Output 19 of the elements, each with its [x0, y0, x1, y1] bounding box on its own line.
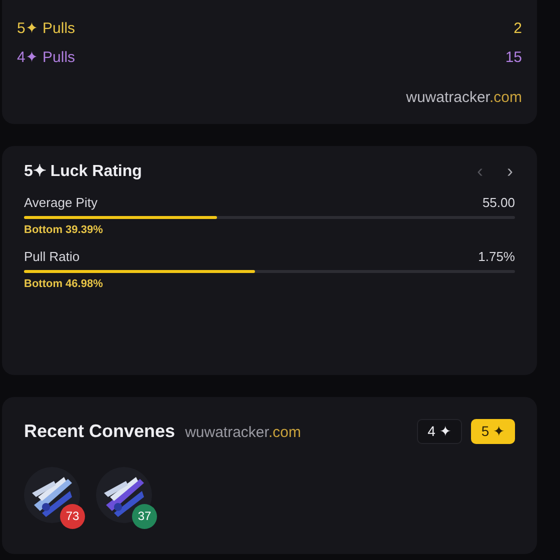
- percentile-text: Bottom 46.98%: [24, 276, 104, 292]
- rarity-filter-tab[interactable]: 4 ✦: [416, 419, 462, 444]
- pull-count-value: 15: [505, 48, 522, 68]
- next-button[interactable]: ›: [507, 158, 513, 185]
- rarity-filter-tab[interactable]: 5 ✦: [471, 419, 515, 444]
- card-title: Recent Convenes: [24, 420, 176, 443]
- metric-value: 1.75%: [478, 248, 515, 266]
- pull-count-label: 4✦ Pulls: [17, 48, 76, 68]
- pull-count-label: 5✦ Pulls: [17, 19, 76, 40]
- pull-count-value: 2: [514, 19, 522, 40]
- site-watermark: wuwatracker.com: [406, 88, 522, 108]
- pity-badge: 37: [132, 504, 157, 528]
- metric-label: Pull Ratio: [24, 248, 80, 266]
- site-link[interactable]: wuwatracker.com: [185, 422, 301, 444]
- percentile-text: Bottom 39.39%: [24, 222, 104, 238]
- metric-label: Average Pity: [24, 194, 98, 212]
- metric-value: 55.00: [482, 194, 515, 212]
- pity-badge: 73: [60, 504, 85, 528]
- card-title: 5✦ Luck Rating: [24, 162, 142, 182]
